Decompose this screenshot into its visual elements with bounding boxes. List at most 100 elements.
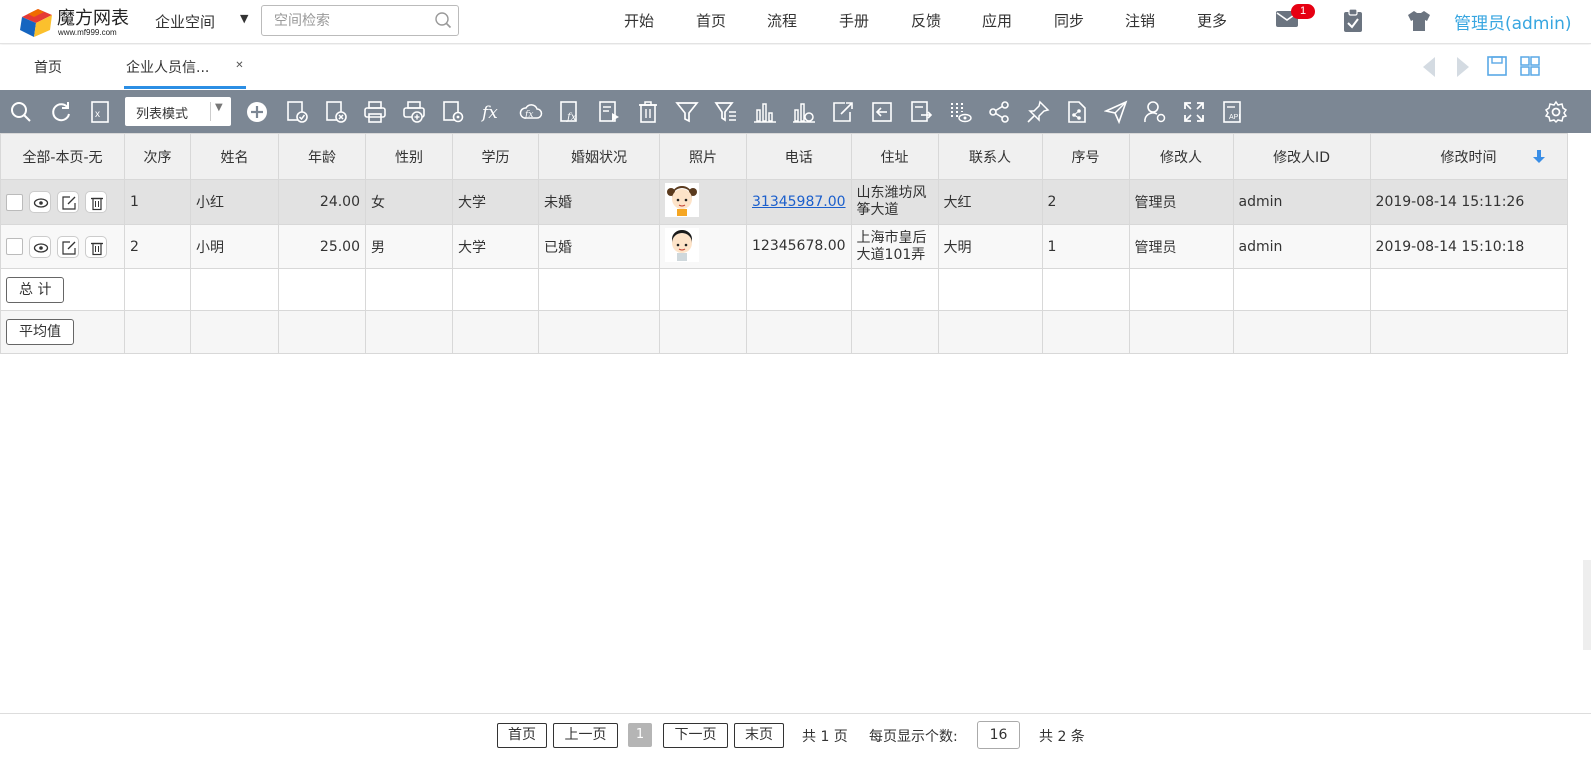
- nav-sync[interactable]: 同步: [1054, 10, 1084, 31]
- export-icon[interactable]: [831, 100, 855, 124]
- maximize-icon[interactable]: [1486, 55, 1508, 77]
- current-page[interactable]: 1: [628, 723, 652, 747]
- nav-home[interactable]: 首页: [696, 10, 726, 31]
- user-name[interactable]: 管理员(admin): [1454, 9, 1572, 34]
- next-page-button[interactable]: 下一页: [663, 723, 728, 748]
- per-page-input[interactable]: 16: [977, 721, 1020, 749]
- cell-photo[interactable]: [659, 224, 747, 269]
- nav-apps[interactable]: 应用: [982, 10, 1012, 31]
- column-visibility-icon[interactable]: [948, 100, 972, 124]
- first-page-button[interactable]: 首页: [497, 723, 547, 748]
- pin-icon[interactable]: [1026, 100, 1050, 124]
- cell-modifier-id: admin: [1232, 179, 1371, 225]
- tab-scroll-left-icon[interactable]: [1420, 55, 1438, 79]
- view-mode-select[interactable]: 列表模式 ▼: [125, 97, 231, 126]
- col-name[interactable]: 姓名: [190, 133, 279, 180]
- col-marital[interactable]: 婚姻状况: [538, 133, 660, 180]
- nav-manual[interactable]: 手册: [839, 10, 869, 31]
- svg-text:fx: fx: [566, 112, 577, 123]
- api-doc-icon[interactable]: API: [1221, 100, 1245, 124]
- edit-button[interactable]: [57, 191, 79, 213]
- excel-export-icon[interactable]: x: [88, 100, 112, 124]
- doc-export-icon[interactable]: [909, 100, 933, 124]
- search-icon[interactable]: [434, 11, 452, 29]
- cell-phone-link[interactable]: 31345987.00: [746, 179, 852, 225]
- total-button[interactable]: 总 计: [6, 276, 65, 303]
- chart-settings-icon[interactable]: [792, 100, 816, 124]
- view-button[interactable]: [29, 191, 51, 213]
- col-seq[interactable]: 序号: [1041, 133, 1130, 180]
- fullscreen-icon[interactable]: [1182, 100, 1206, 124]
- svg-text:fx: fx: [480, 103, 498, 123]
- cell-contact: 大红: [937, 179, 1043, 225]
- nav-process[interactable]: 流程: [767, 10, 797, 31]
- table-row[interactable]: 1 小红 24.00 女 大学 未婚 31345987.00 山东潍坊风筝大道 …: [0, 179, 1568, 225]
- share-icon[interactable]: [987, 100, 1011, 124]
- nav-more[interactable]: 更多: [1197, 10, 1227, 31]
- table-row[interactable]: 2 小明 25.00 男 大学 已婚 12345678.00 上海市皇后大道10…: [0, 224, 1568, 269]
- pagination: 首页 上一页 1 下一页 末页 共 1 页 每页显示个数: 16 共 2 条: [0, 713, 1591, 761]
- reject-doc-icon[interactable]: [324, 100, 348, 124]
- col-phone[interactable]: 电话: [746, 133, 852, 180]
- gear-icon[interactable]: [1544, 100, 1568, 124]
- doc-share-icon[interactable]: [1065, 100, 1089, 124]
- import-icon[interactable]: [870, 100, 894, 124]
- tab-employee-info[interactable]: 企业人员信...: [126, 57, 209, 77]
- col-modifier[interactable]: 修改人: [1128, 133, 1234, 180]
- nav-feedback[interactable]: 反馈: [911, 10, 941, 31]
- delete-button[interactable]: [85, 191, 107, 213]
- nav-start[interactable]: 开始: [624, 10, 654, 31]
- col-education[interactable]: 学历: [452, 133, 539, 180]
- row-checkbox[interactable]: [6, 193, 23, 211]
- search-icon[interactable]: [9, 100, 33, 124]
- send-icon[interactable]: [1104, 100, 1128, 124]
- sort-down-icon[interactable]: [1533, 150, 1545, 164]
- skin-shirt-icon[interactable]: [1407, 10, 1431, 32]
- print-icon[interactable]: [363, 100, 387, 124]
- tab-close-icon[interactable]: ✕: [233, 60, 246, 73]
- col-order[interactable]: 次序: [124, 133, 191, 180]
- doc-play-icon[interactable]: [597, 100, 621, 124]
- space-search-input[interactable]: [262, 6, 422, 35]
- approve-doc-icon[interactable]: [285, 100, 309, 124]
- doc-settings-icon[interactable]: [441, 100, 465, 124]
- svg-text:API: API: [1229, 114, 1240, 121]
- row-checkbox[interactable]: [6, 238, 23, 255]
- col-photo[interactable]: 照片: [659, 133, 747, 180]
- refresh-icon[interactable]: [49, 100, 73, 124]
- view-button[interactable]: [29, 235, 51, 258]
- tab-home[interactable]: 首页: [34, 57, 62, 77]
- last-page-button[interactable]: 末页: [734, 723, 784, 748]
- cell-education: 大学: [452, 224, 539, 269]
- print-add-icon[interactable]: [402, 100, 426, 124]
- space-selector[interactable]: 企业空间: [155, 11, 215, 32]
- user-settings-icon[interactable]: [1143, 100, 1167, 124]
- advanced-filter-icon[interactable]: [714, 100, 738, 124]
- clipboard-check-icon[interactable]: [1342, 8, 1364, 34]
- cloud-formula-icon[interactable]: fx: [519, 100, 543, 124]
- tab-scroll-right-icon[interactable]: [1454, 55, 1472, 79]
- edit-button[interactable]: [57, 235, 79, 258]
- page-scrollbar[interactable]: [1583, 560, 1591, 650]
- col-address[interactable]: 住址: [850, 133, 939, 180]
- filter-icon[interactable]: [675, 100, 699, 124]
- caret-down-icon[interactable]: ▼: [240, 12, 248, 25]
- select-all-header[interactable]: 全部-本页-无: [0, 133, 125, 180]
- eye-icon: [33, 198, 49, 208]
- col-modifier-id[interactable]: 修改人ID: [1232, 133, 1371, 180]
- doc-formula-icon[interactable]: fx: [558, 100, 582, 124]
- col-contact[interactable]: 联系人: [937, 133, 1043, 180]
- nav-logout[interactable]: 注销: [1125, 10, 1155, 31]
- logo[interactable]: 魔方网表 www.mf999.com: [18, 3, 138, 39]
- average-button[interactable]: 平均值: [6, 319, 74, 345]
- trash-icon[interactable]: [636, 100, 660, 124]
- tile-windows-icon[interactable]: [1519, 55, 1541, 77]
- col-gender[interactable]: 性别: [365, 133, 453, 180]
- prev-page-button[interactable]: 上一页: [553, 723, 618, 748]
- delete-button[interactable]: [85, 235, 107, 258]
- add-icon[interactable]: [245, 100, 269, 124]
- cell-photo[interactable]: [659, 179, 747, 225]
- bar-chart-icon[interactable]: [753, 100, 777, 124]
- formula-icon[interactable]: fx: [480, 100, 504, 124]
- col-age[interactable]: 年龄: [278, 133, 366, 180]
